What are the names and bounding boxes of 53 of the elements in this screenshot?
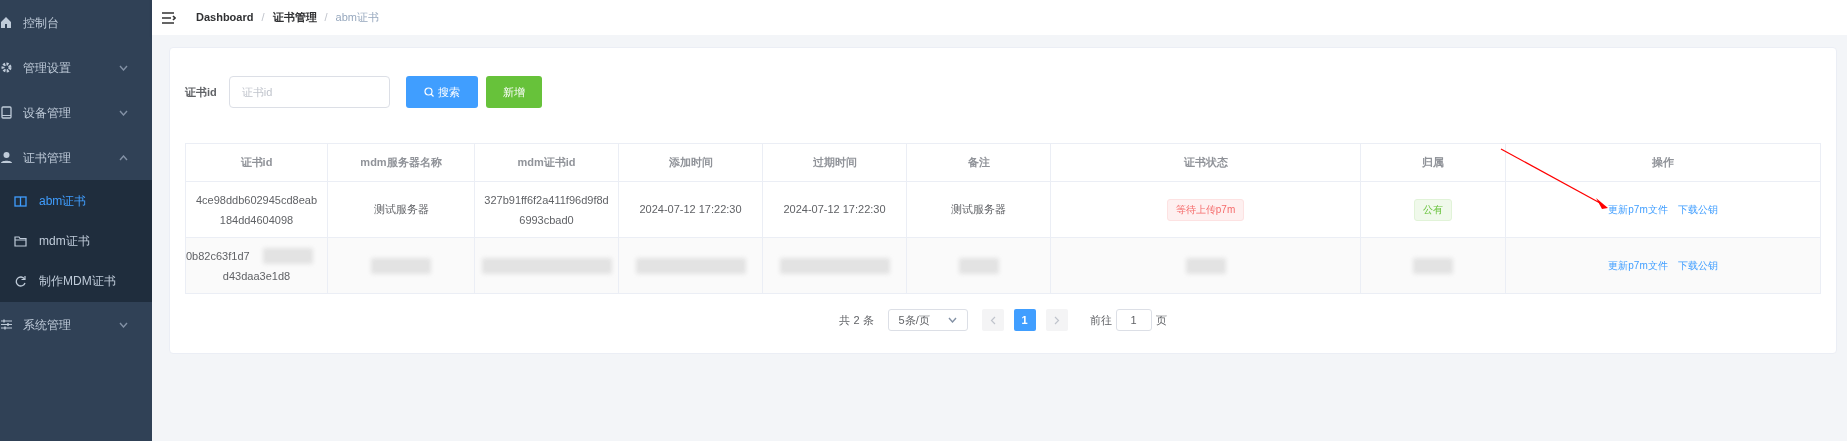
user-icon [0,151,13,164]
column-header: 操作 [1505,143,1821,182]
chevron-left-icon [989,315,996,325]
page-suffix: 页 [1155,312,1167,328]
refresh-icon [14,274,27,288]
goto-label: 前往 [1089,312,1112,328]
breadcrumb-item[interactable]: 证书管理 [272,9,317,26]
settings-icon [0,61,13,74]
sidebar-subitem[interactable]: 制作MDM证书 [0,261,152,301]
table-cell-text: d43daa3e1d8 [221,268,292,284]
breadcrumb-item[interactable]: Dashboard [196,9,254,26]
sidebar-item[interactable]: 系统管理 [0,302,152,347]
menu-icon[interactable] [162,11,176,24]
sliders-icon [0,318,13,331]
next-page-button[interactable] [1045,309,1068,331]
previous-page-button[interactable] [981,309,1004,331]
chevron-right-icon [1053,315,1060,325]
sidebar-subitem[interactable]: mdm证书 [0,221,152,261]
table-cell: 2024-07-12 17:22:30 [618,181,763,238]
field-label: 证书id [185,84,217,100]
tablet-icon [0,106,13,119]
column-header: 归属 [1360,143,1506,182]
table-cell: 327b91ff6f2a411f96d9f8d 6993cbad0 [474,181,619,238]
column-header: mdm证书id [474,143,619,182]
sidebar-item[interactable]: 证书管理 [0,135,152,180]
owner-tag: 公有 [1414,198,1452,221]
table-cell-text: 0b82c63f1d7 [186,248,250,264]
sidebar-item[interactable]: 控制台 [0,0,152,45]
table-cell: 测试服务器 [906,181,1051,238]
sidebar-item[interactable]: 设备管理 [0,90,152,135]
column-header: 过期时间 [762,143,907,182]
column-header: 备注 [906,143,1051,182]
breadcrumb-item: abm证书 [335,10,379,26]
column-header: 证书状态 [1050,143,1361,182]
status-tag: 等待上传p7m [1166,198,1245,221]
page-size-select[interactable]: 5条/页 [887,309,968,331]
total-count: 共 2 条 [839,312,874,328]
dropdown-caret-icon [947,317,957,323]
breadcrumb-separator: / [324,10,328,26]
search-icon [423,87,434,97]
sidebar-subitem[interactable]: abm证书 [0,181,152,221]
column-header: 证书id [185,143,328,182]
column-header: mdm服务器名称 [327,143,475,182]
column-header: 添加时间 [618,143,763,182]
table-cell: 测试服务器 [327,181,475,238]
breadcrumb-separator: / [261,10,265,26]
page-input[interactable]: 1 [1115,309,1152,331]
table-cell: 4ce98ddb602945cd8eab 184dd4604098 [185,181,328,238]
table-cell: 2024-07-12 17:22:30 [762,181,907,238]
folder-icon [14,234,27,248]
home-icon [0,16,13,29]
sidebar-item[interactable]: 管理设置 [0,45,152,90]
book-icon [14,194,27,208]
